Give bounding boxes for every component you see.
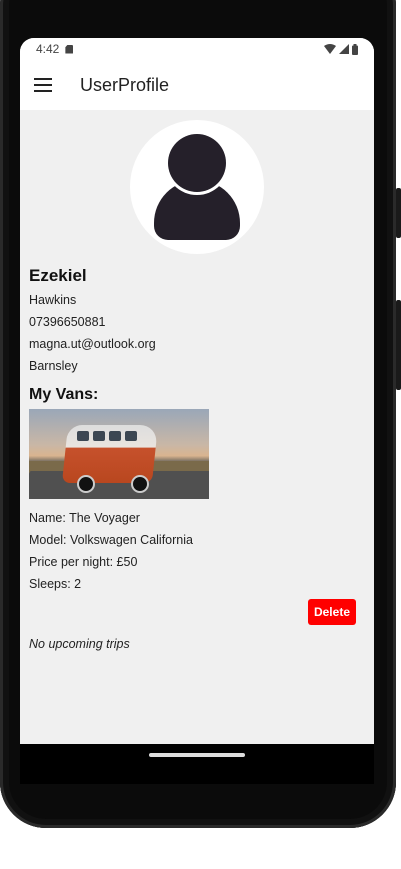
sd-card-icon [65,44,74,54]
profile-phone: 07396650881 [29,315,106,329]
avatar [130,120,264,254]
van-photo [29,409,209,499]
status-bar: 4:42 [20,38,374,60]
signal-icon [339,44,349,54]
profile-location: Barnsley [29,359,78,373]
no-trips-message: No upcoming trips [29,637,130,651]
van-name: Name: The Voyager [29,511,140,525]
profile-content: Ezekiel Hawkins 07396650881 magna.ut@out… [20,120,374,651]
van-price: Price per night: £50 [29,555,138,569]
volume-button [396,188,401,238]
battery-icon [352,43,358,55]
delete-van-button[interactable]: Delete [307,599,356,625]
my-vans-heading: My Vans: [29,386,99,403]
status-time: 4:42 [36,42,60,56]
app-bar: UserProfile [20,60,374,110]
profile-first-name: Ezekiel [29,266,87,285]
navigation-bar [20,744,374,784]
van-details: Name: The Voyager Model: Volkswagen Cali… [29,507,365,595]
power-button [396,300,401,390]
delete-row: Delete [29,599,365,625]
van-sleeps: Sleeps: 2 [29,577,82,591]
van-model: Model: Volkswagen California [29,533,193,547]
app-bar-title: UserProfile [80,74,170,95]
profile-last-name: Hawkins [29,293,77,307]
profile-email: magna.ut@outlook.org [29,337,156,351]
wifi-icon [324,44,336,54]
person-icon-head [168,134,226,192]
home-gesture-handle[interactable] [149,753,245,757]
app-screen: 4:42 UserProfile Ezekiel Hawkins 0739665… [20,38,374,744]
menu-icon[interactable] [34,78,52,92]
